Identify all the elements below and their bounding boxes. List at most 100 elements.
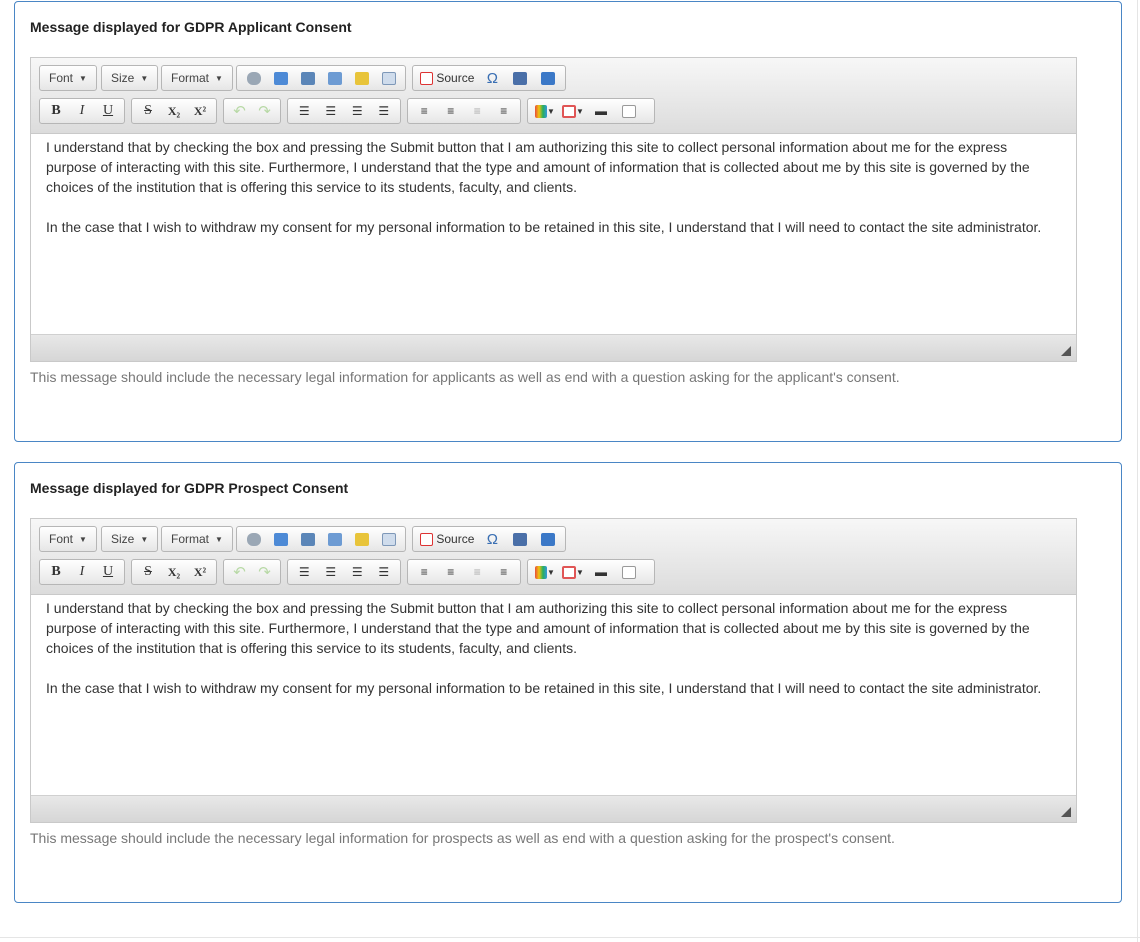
caret-down-icon: ▼ (79, 534, 87, 544)
align-right-icon: ☰ (351, 565, 363, 579)
file-browser-button[interactable] (349, 68, 374, 88)
numbered-list-icon: ≡ (420, 565, 428, 579)
strikethrough-button[interactable]: S (136, 101, 160, 121)
source-label: Source (436, 532, 475, 546)
format-dropdown[interactable]: Format ▼ (161, 65, 233, 91)
undo-button[interactable]: ↶ (228, 562, 251, 582)
horizontal-rule-button[interactable]: ▬ (588, 101, 614, 121)
align-justify-button[interactable]: ☰ (372, 101, 397, 121)
page-edge (1137, 0, 1138, 942)
size-dropdown[interactable]: Size ▼ (101, 65, 159, 91)
flag-icon (273, 532, 288, 546)
preview-icon (622, 104, 636, 118)
insert-image-button[interactable] (295, 68, 320, 88)
align-right-button[interactable]: ☰ (345, 101, 370, 121)
editor-content-area[interactable]: I understand that by checking the box an… (31, 595, 1076, 795)
paste-word-button[interactable] (507, 529, 533, 549)
table-grid-button[interactable]: ▼ (560, 562, 586, 582)
media-button[interactable] (535, 68, 561, 88)
undo-button[interactable]: ↶ (228, 101, 251, 121)
horizontal-rule-button[interactable]: ▬ (588, 562, 614, 582)
paste-word-button[interactable] (507, 68, 533, 88)
superscript-button[interactable]: X² (188, 562, 212, 582)
flag-icon (273, 71, 288, 85)
anchor-button[interactable] (268, 68, 293, 88)
caret-down-icon: ▼ (215, 534, 223, 544)
bulleted-list-icon: ≡ (447, 565, 455, 579)
align-right-button[interactable]: ☰ (345, 562, 370, 582)
word-icon (513, 532, 528, 546)
align-left-button[interactable]: ☰ (292, 562, 317, 582)
size-dropdown[interactable]: Size ▼ (101, 526, 159, 552)
redo-button[interactable]: ↷ (253, 101, 276, 121)
source-icon (420, 532, 433, 546)
resize-handle-icon[interactable] (1061, 807, 1071, 817)
source-button[interactable]: Source (417, 68, 477, 88)
bold-button[interactable]: B (44, 101, 68, 121)
table-button[interactable] (376, 529, 401, 549)
italic-button[interactable]: I (70, 562, 94, 582)
superscript-button[interactable]: X² (188, 101, 212, 121)
color-picker-button[interactable]: ▼ (532, 562, 558, 582)
underline-button[interactable]: U (96, 562, 120, 582)
bold-button[interactable]: B (44, 562, 68, 582)
file-browser-button[interactable] (349, 529, 374, 549)
editor-content-area[interactable]: I understand that by checking the box an… (31, 134, 1076, 334)
source-button[interactable]: Source (417, 529, 477, 549)
color-grid-icon (535, 104, 548, 118)
underline-button[interactable]: U (96, 101, 120, 121)
consent-paragraph: I understand that by checking the box an… (46, 600, 1030, 656)
align-left-button[interactable]: ☰ (292, 101, 317, 121)
panel-title: Message displayed for GDPR Applicant Con… (30, 19, 352, 35)
align-group: ☰ ☰ ☰ ☰ (287, 98, 401, 124)
special-char-button[interactable]: Ω (479, 529, 505, 549)
preview-button[interactable] (616, 101, 642, 121)
link-icon (246, 532, 261, 546)
font-dropdown[interactable]: Font ▼ (39, 526, 97, 552)
table-button[interactable] (376, 68, 401, 88)
table-grid-button[interactable]: ▼ (560, 101, 586, 121)
size-dropdown-label: Size (111, 532, 135, 546)
subscript-button[interactable]: X₂ (162, 101, 186, 121)
format-dropdown-label: Format (171, 532, 210, 546)
source-group: Source Ω (412, 526, 566, 552)
numbered-list-button[interactable]: ≡ (412, 562, 437, 582)
align-justify-icon: ☰ (378, 565, 390, 579)
outdent-button[interactable]: ≡ (465, 101, 490, 121)
font-dropdown[interactable]: Font ▼ (39, 65, 97, 91)
indent-button[interactable]: ≡ (492, 562, 517, 582)
redo-button[interactable]: ↷ (253, 562, 276, 582)
numbered-list-button[interactable]: ≡ (412, 101, 437, 121)
font-dropdown-label: Font (49, 532, 74, 546)
insert-image-button[interactable] (295, 529, 320, 549)
caret-down-icon: ▼ (140, 534, 149, 544)
indent-button[interactable]: ≡ (492, 101, 517, 121)
preview-button[interactable] (616, 562, 642, 582)
color-picker-button[interactable]: ▼ (532, 101, 558, 121)
align-center-button[interactable]: ☰ (319, 101, 344, 121)
resize-handle-icon[interactable] (1061, 346, 1071, 356)
picture-button[interactable] (322, 529, 347, 549)
anchor-button[interactable] (268, 529, 293, 549)
link-button[interactable] (241, 68, 266, 88)
align-center-icon: ☰ (325, 104, 337, 118)
word-icon (513, 71, 528, 85)
caret-down-icon: ▼ (215, 73, 223, 83)
strikethrough-button[interactable]: S (136, 562, 160, 582)
align-center-button[interactable]: ☰ (319, 562, 344, 582)
format-dropdown[interactable]: Format ▼ (161, 526, 233, 552)
media-button[interactable] (535, 529, 561, 549)
format-dropdown-label: Format (171, 71, 210, 85)
bulleted-list-button[interactable]: ≡ (439, 101, 464, 121)
align-justify-button[interactable]: ☰ (372, 562, 397, 582)
rich-text-editor: Font ▼ Size ▼ Format ▼ Source Ω B I U S … (30, 57, 1077, 362)
picture-button[interactable] (322, 68, 347, 88)
special-char-button[interactable]: Ω (479, 68, 505, 88)
subscript-button[interactable]: X₂ (162, 562, 186, 582)
link-button[interactable] (241, 529, 266, 549)
indent-icon: ≡ (500, 104, 508, 118)
bulleted-list-button[interactable]: ≡ (439, 562, 464, 582)
redo-icon: ↷ (258, 103, 271, 120)
outdent-button[interactable]: ≡ (465, 562, 490, 582)
italic-button[interactable]: I (70, 101, 94, 121)
